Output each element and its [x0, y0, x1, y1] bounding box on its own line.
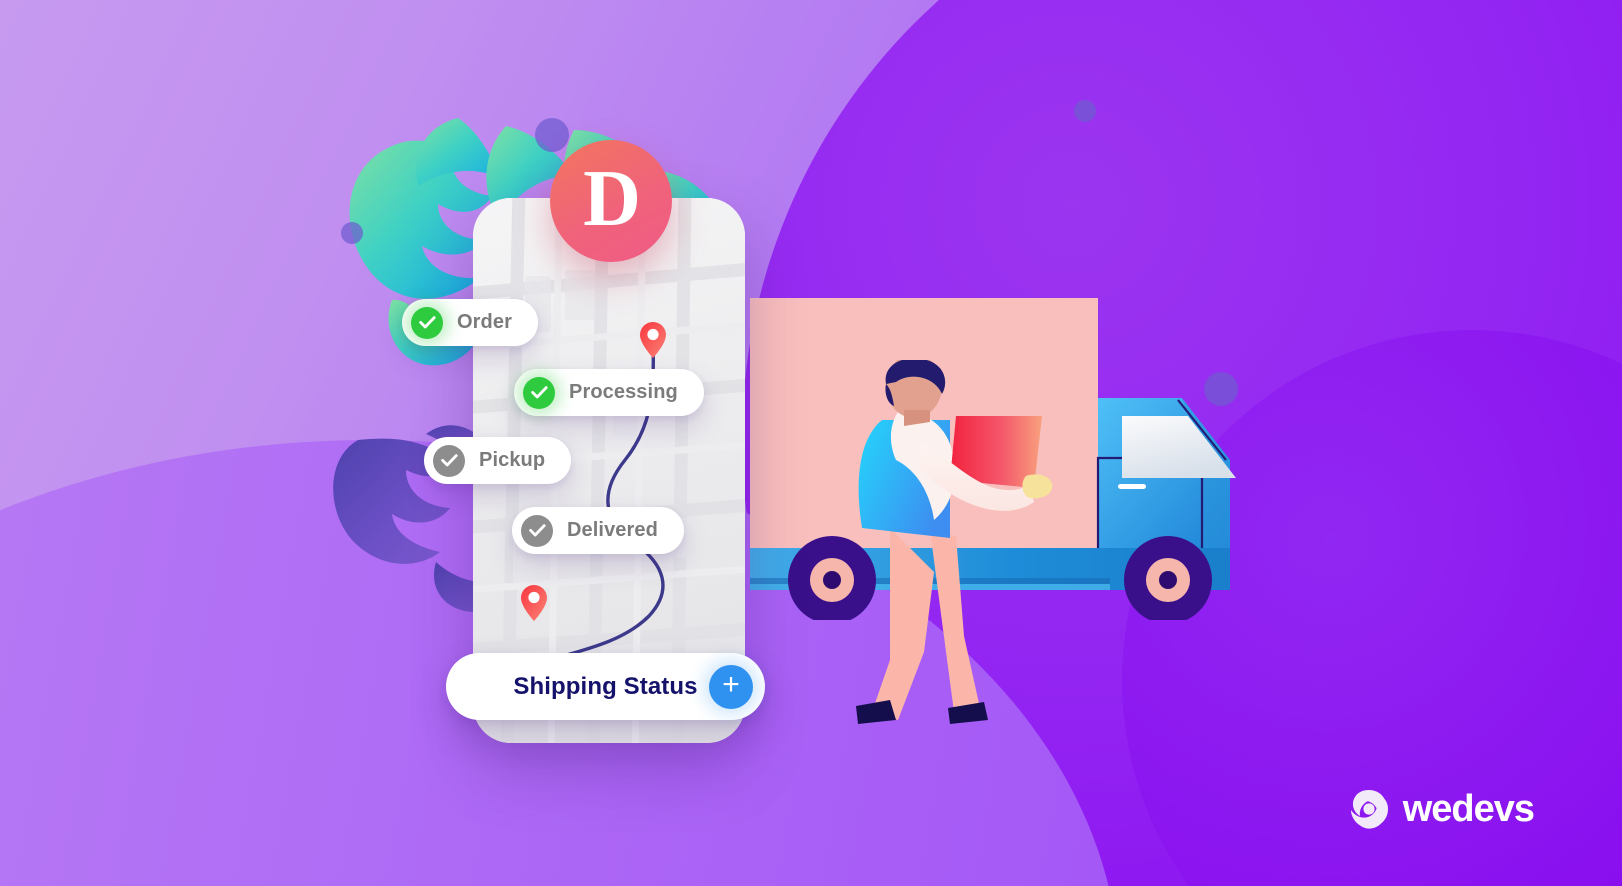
check-circle-icon	[523, 376, 555, 409]
add-shipment-button[interactable]: +	[709, 664, 753, 709]
status-pill-order[interactable]: Order	[402, 299, 538, 346]
status-pill-label: Order	[457, 311, 512, 333]
check-circle-icon	[521, 514, 553, 547]
banner-canvas: D Order Processing Pickup Delivered Ship…	[0, 0, 1622, 886]
origin-map-pin	[640, 322, 666, 358]
status-pill-pickup[interactable]: Pickup	[424, 437, 572, 484]
wedevs-pinwheel-icon	[1347, 787, 1391, 831]
status-pill-label: Delivered	[567, 519, 658, 541]
destination-map-pin	[521, 585, 547, 621]
check-circle-icon	[411, 306, 443, 339]
status-pill-label: Pickup	[479, 449, 546, 471]
decorative-dot	[1074, 100, 1096, 122]
status-pill-processing[interactable]: Processing	[514, 369, 704, 416]
check-circle-icon	[433, 444, 465, 477]
dokan-logo: D	[550, 140, 672, 262]
courier-illustration	[838, 354, 1058, 740]
dokan-logo-letter: D	[583, 155, 641, 243]
wedevs-logo: wedevs	[1347, 787, 1535, 831]
shipping-status-bar[interactable]: Shipping Status +	[446, 653, 765, 720]
wedevs-logo-text: wedevs	[1402, 788, 1535, 830]
shipping-status-title: Shipping Status	[513, 672, 698, 700]
status-pill-delivered[interactable]: Delivered	[512, 507, 684, 554]
status-pill-label: Processing	[569, 381, 678, 403]
plus-icon: +	[722, 668, 740, 701]
